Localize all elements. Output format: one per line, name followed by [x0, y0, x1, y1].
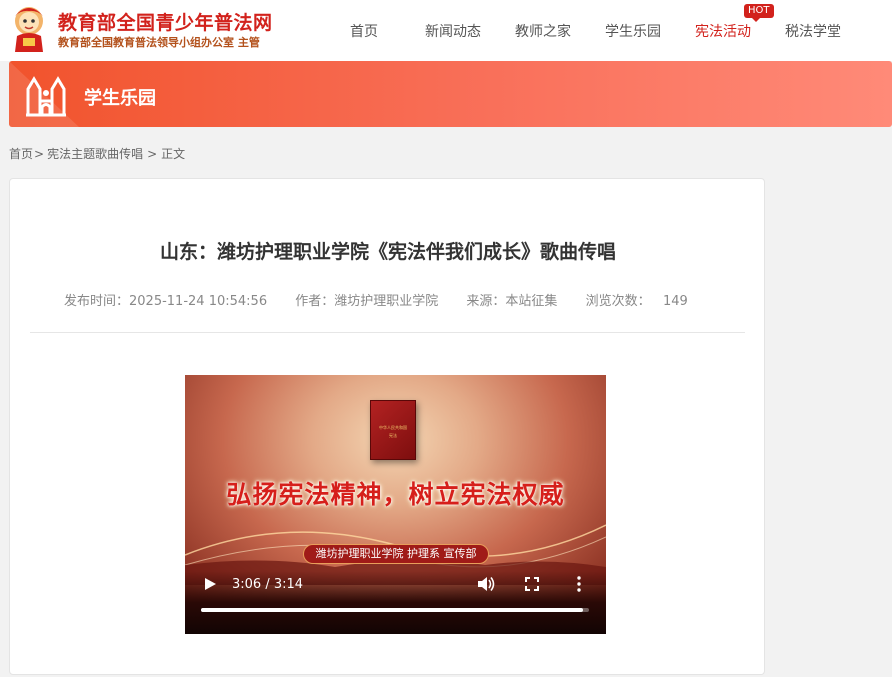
nav-item-tax-law[interactable]: 税法学堂 — [785, 21, 841, 41]
nav-item-teachers[interactable]: 教师之家 — [515, 21, 571, 41]
play-icon[interactable] — [203, 577, 217, 591]
video-player[interactable]: 中华人民共和国 宪法 弘扬宪法精神，树立宪法权威 潍坊护理职业学院 护理系 宣传… — [185, 375, 606, 634]
book-title: 中华人民共和国 — [379, 425, 407, 430]
book-subtitle: 宪法 — [389, 433, 397, 438]
volume-icon[interactable] — [477, 576, 495, 592]
publish-time: 2025-11-24 10:54:56 — [129, 294, 268, 309]
breadcrumb-current: 正文 — [161, 147, 186, 161]
nav-item-news[interactable]: 新闻动态 — [425, 21, 481, 41]
author-label: 作者： — [295, 294, 335, 309]
views-label: 浏览次数： — [585, 294, 651, 309]
video-caption: 潍坊护理职业学院 护理系 宣传部 — [303, 544, 489, 564]
view-count: 149 — [663, 294, 688, 309]
video-slogan: 弘扬宪法精神，树立宪法权威 — [226, 480, 565, 509]
nav-item-students[interactable]: 学生乐园 — [605, 21, 661, 41]
article-card: 山东：潍坊护理职业学院《宪法伴我们成长》歌曲传唱 发布时间：2025-11-24… — [9, 178, 765, 675]
castle-icon — [26, 76, 66, 117]
breadcrumb-section[interactable]: 宪法主题歌曲传唱 — [47, 147, 143, 161]
video-time: 3:06 / 3:14 — [232, 577, 304, 592]
breadcrumb: 首页> 宪法主题歌曲传唱 > 正文 — [9, 145, 185, 162]
site-header: 教育部全国青少年普法网 教育部全国教育普法领导小组办公室 主管 首页 新闻动态 … — [0, 0, 892, 61]
banner-title: 学生乐园 — [84, 88, 156, 109]
publish-time-label: 发布时间： — [64, 294, 130, 309]
nav-item-constitution-activities[interactable]: 宪法活动 — [695, 21, 751, 41]
site-title[interactable]: 教育部全国青少年普法网 — [58, 8, 273, 35]
nav-item-home[interactable]: 首页 — [350, 21, 378, 41]
video-progress-bar[interactable] — [201, 608, 589, 612]
article-title: 山东：潍坊护理职业学院《宪法伴我们成长》歌曲传唱 — [159, 241, 616, 263]
author: 潍坊护理职业学院 — [334, 294, 439, 309]
breadcrumb-home[interactable]: 首页 — [9, 147, 33, 161]
source: 本站征集 — [505, 294, 558, 309]
site-subtitle: 教育部全国教育普法领导小组办公室 主管 — [58, 36, 260, 49]
hot-badge: HOT — [744, 4, 774, 22]
breadcrumb-separator: > — [34, 147, 45, 161]
divider — [30, 332, 745, 333]
fullscreen-icon[interactable] — [525, 577, 539, 591]
video-progress-fill — [201, 608, 583, 612]
constitution-book-image: 中华人民共和国 宪法 — [370, 400, 416, 460]
source-label: 来源： — [466, 294, 506, 309]
article-meta: 发布时间：2025-11-24 10:54:56 作者：潍坊护理职业学院 来源：… — [64, 290, 688, 309]
mascot-logo-icon[interactable] — [7, 4, 51, 54]
more-vertical-icon[interactable] — [576, 576, 582, 592]
breadcrumb-separator: > — [147, 147, 158, 161]
section-banner: 学生乐园 — [9, 61, 892, 127]
